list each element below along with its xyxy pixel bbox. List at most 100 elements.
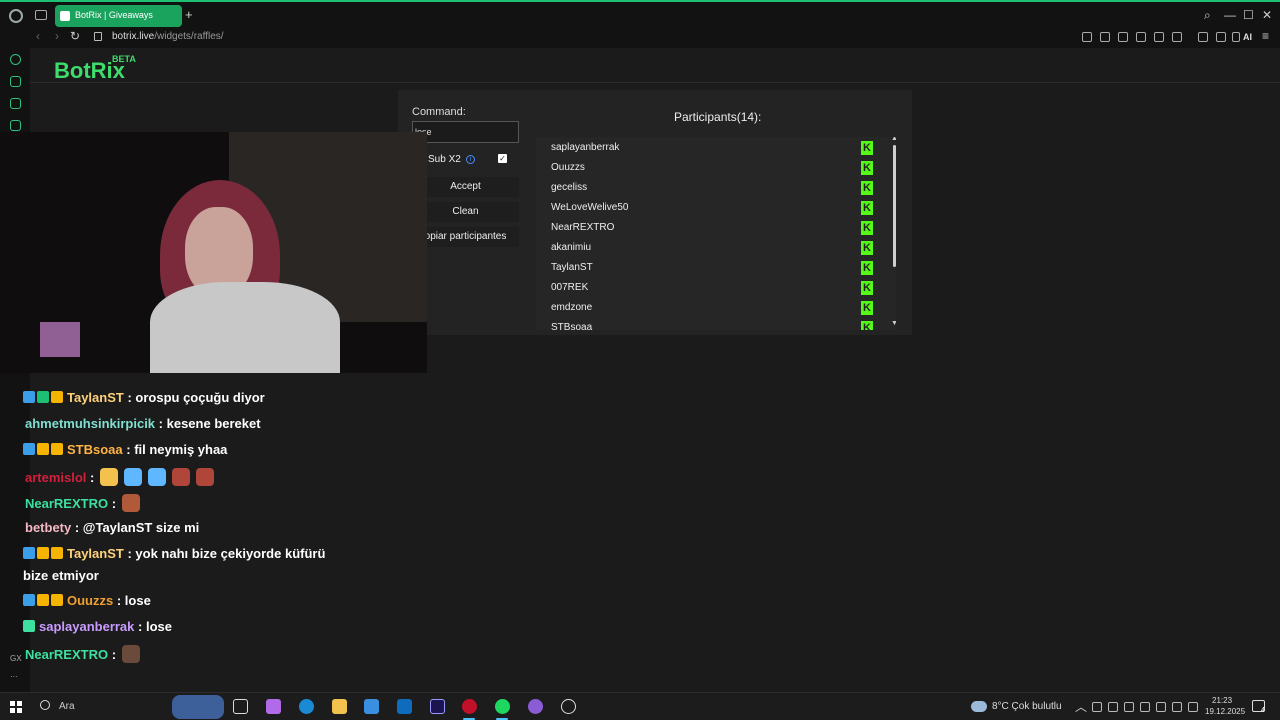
file-explorer-icon[interactable] [332,699,347,714]
tab-islands-icon[interactable] [35,10,47,20]
maximize-button[interactable]: ☐ [1243,8,1254,22]
info-icon[interactable]: i [466,155,475,164]
search-highlight-widget[interactable] [172,695,224,719]
url-field[interactable]: botrix.live/widgets/raffles/ [112,31,224,42]
lock-icon[interactable] [94,32,102,41]
spotify-icon[interactable] [495,699,510,714]
weather-text[interactable]: 8°C Çok bulutlu [992,701,1062,712]
chat-message: saplayanberrak : lose [23,619,172,634]
clean-button[interactable]: Clean [412,202,519,222]
translate-icon[interactable] [1136,32,1146,42]
taskbar-search-icon[interactable] [40,700,50,710]
heart-icon[interactable] [1172,32,1182,42]
menu-icon[interactable]: ≡ [1262,29,1269,43]
tray-app-icon[interactable] [1156,702,1166,712]
shield-icon[interactable] [1118,32,1128,42]
participant-row[interactable]: WeLoveWelive50 K [536,198,880,218]
chat-emote-icon [172,468,191,486]
clock-time[interactable]: 21:23 [1212,696,1232,705]
participant-row[interactable]: STBsoaa K [536,318,880,330]
discord-icon[interactable] [528,699,543,714]
tray-app-icon[interactable] [1124,702,1134,712]
music-player-icon[interactable] [10,120,21,131]
minimize-button[interactable]: — [1224,8,1236,22]
chat-username[interactable]: TaylanST [67,390,124,405]
participant-name: STBsoaa [551,322,593,330]
opera-gx-icon[interactable] [462,699,477,714]
scroll-up-icon[interactable]: ▲ [891,137,896,142]
play-icon[interactable] [1154,32,1164,42]
tab-botrix-giveaways[interactable]: BotRix | Giveaways [55,5,182,27]
kick-icon: K [861,161,873,175]
chat-message: NearREXTRO : [23,645,141,663]
ai-label[interactable]: AI [1243,32,1252,42]
clock-date[interactable]: 19.12.2025 [1205,707,1245,716]
kick-icon: K [861,221,873,235]
sub-x2-checkbox[interactable]: ✓ [498,154,507,163]
accept-button[interactable]: Accept [412,177,519,197]
messenger-icon[interactable] [10,76,21,87]
participant-row[interactable]: Ouuzzs K [536,158,880,178]
start-icon[interactable] [10,701,22,713]
premiere-icon[interactable] [430,699,445,714]
forward-button[interactable]: › [55,29,59,43]
participant-row[interactable]: NearREXTRO K [536,218,880,238]
pin-icon[interactable] [1082,32,1092,42]
outlook-icon[interactable] [397,699,412,714]
chat-username[interactable]: NearREXTRO [25,647,108,662]
chat-username[interactable]: STBsoaa [67,442,123,457]
edge-icon[interactable] [299,699,314,714]
store-icon[interactable] [364,699,379,714]
aria-icon[interactable] [1232,32,1240,42]
account-icon[interactable] [1198,32,1208,42]
scroll-down-icon[interactable]: ▼ [891,320,896,327]
browser-logo-icon[interactable] [9,9,23,23]
taskbar-search-placeholder[interactable]: Ara [59,701,75,712]
chat-text: bize etmiyor [23,568,99,583]
chat-username[interactable]: artemislol [25,470,86,485]
chat-badge-icon [51,443,63,455]
chat-username[interactable]: TaylanST [67,546,124,561]
participant-row[interactable]: TaylanST K [536,258,880,278]
close-button[interactable]: ✕ [1262,8,1272,22]
participant-row[interactable]: saplayanberrak K [536,138,880,158]
chat-overlay: TaylanST : orospu çoçuğu diyor ahmetmuhsi… [0,390,430,675]
search-tabs-icon[interactable]: ⌕ [1204,8,1211,23]
network-icon[interactable] [1172,702,1182,712]
participant-row[interactable]: emdzone K [536,298,880,318]
tray-chevron-icon[interactable]: ︿ [1075,698,1087,715]
new-tab-button[interactable]: + [185,7,193,22]
reload-button[interactable]: ↻ [70,29,80,43]
participant-row[interactable]: geceliss K [536,178,880,198]
sub-x2-label: Sub X2 [428,154,461,165]
chat-message: TaylanST : yok nahı bize çekiyorde küfür… [23,546,325,561]
copy-participants-button[interactable]: opiar participantes [412,227,519,247]
participant-row[interactable]: 007REK K [536,278,880,298]
task-view-icon[interactable] [233,699,248,714]
tray-app-icon[interactable] [1092,702,1102,712]
gx-corner-icon[interactable] [10,98,21,109]
tray-app-icon[interactable] [1108,702,1118,712]
chat-username[interactable]: betbety [25,520,71,535]
refresh-sidebar-icon[interactable] [10,54,21,65]
chat-username[interactable]: saplayanberrak [39,619,134,634]
volume-icon[interactable] [1188,702,1198,712]
participants-list[interactable]: ▲ ▼ saplayanberrak K Ouuzzs Kgeceliss K WeLov… [536,137,896,330]
tray-app-icon[interactable] [1140,702,1150,712]
chat-username[interactable]: ahmetmuhsinkirpicik [25,416,155,431]
snapshot-icon[interactable] [1100,32,1110,42]
chat-username[interactable]: NearREXTRO [25,496,108,511]
copilot-icon[interactable] [266,699,281,714]
command-input[interactable] [412,121,519,143]
webcam-overlay [0,132,427,373]
tab-title: BotRix | Giveaways [75,10,153,20]
download-icon[interactable] [1216,32,1226,42]
beta-badge: BETA [112,54,136,64]
back-button[interactable]: ‹ [36,29,40,43]
participants-scrollbar[interactable] [893,145,896,267]
participant-row[interactable]: akanimiu K [536,238,880,258]
chat-message: betbety : @TaylanST size mi [23,520,199,535]
chat-username[interactable]: Ouuzzs [67,593,113,608]
cloud-icon[interactable] [971,701,987,712]
obs-icon[interactable] [561,699,576,714]
